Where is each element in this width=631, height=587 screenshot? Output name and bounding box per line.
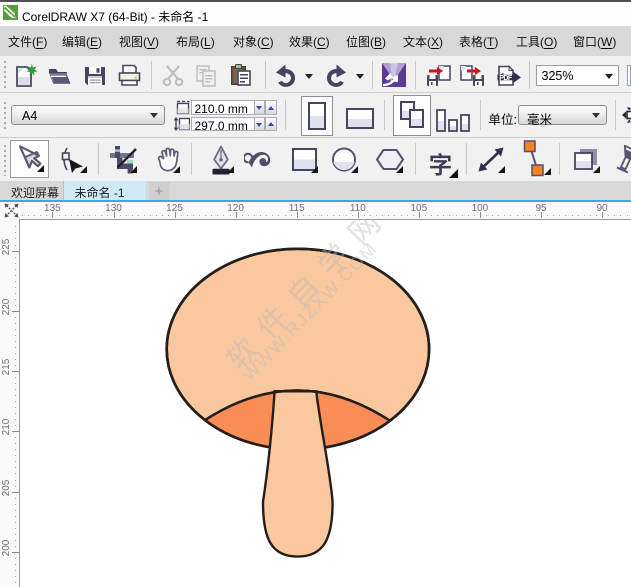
svg-text:PDF: PDF: [499, 75, 513, 82]
